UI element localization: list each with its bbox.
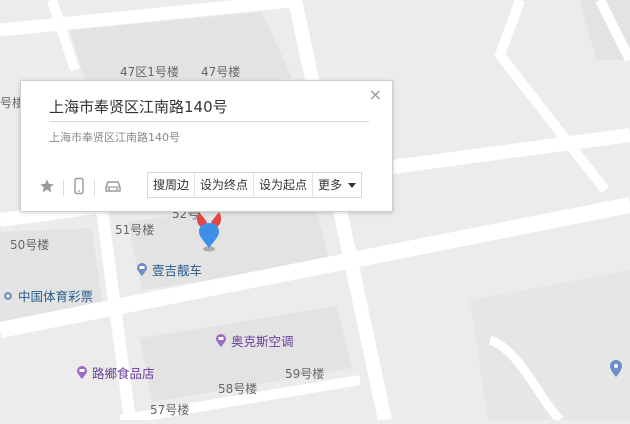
poi-pin-icon [137, 262, 147, 276]
poi-label: 路鄉食品店 [92, 366, 155, 381]
set-destination-button[interactable]: 设为终点 [195, 173, 255, 197]
poi-label: 奥克斯空调 [231, 334, 294, 349]
popup-icon-bar [39, 177, 123, 199]
search-nearby-button[interactable]: 搜周边 [148, 173, 196, 197]
popup-title: 上海市奉贤区江南路140号 [49, 98, 228, 116]
building-label: 59号楼 [285, 367, 325, 381]
poi-pin-icon [77, 365, 87, 379]
poi-label: 中国体育彩票 [18, 289, 94, 304]
building-label: 47号楼 [201, 65, 241, 79]
poi-luxiang[interactable]: 路鄉食品店 [76, 363, 155, 382]
phone-icon[interactable] [72, 177, 86, 199]
building-label: 57号楼 [150, 403, 190, 417]
more-dropdown-button[interactable]: 更多 [313, 173, 361, 197]
close-icon[interactable]: × [369, 87, 382, 103]
poi-lottery[interactable]: 中国体育彩票 [2, 286, 93, 305]
popup-action-group: 搜周边 设为终点 设为起点 更多 [147, 172, 363, 198]
divider [94, 180, 95, 196]
poi-aokesi[interactable]: 奥克斯空调 [215, 331, 294, 350]
poi-pin-icon[interactable] [609, 360, 623, 378]
car-icon[interactable] [103, 178, 123, 198]
building-label: 58号楼 [218, 382, 258, 396]
star-icon[interactable] [39, 178, 55, 198]
divider [63, 180, 64, 196]
popup-address: 上海市奉贤区江南路140号 [49, 131, 180, 144]
building-label: 51号楼 [115, 223, 155, 237]
info-popup: 上海市奉贤区江南路140号 × 上海市奉贤区江南路140号 搜周边 设为终点 设… [20, 80, 393, 212]
lottery-icon [4, 291, 12, 300]
divider [49, 121, 369, 122]
building-label: 50号楼 [10, 238, 50, 252]
poi-pin-icon [216, 333, 226, 347]
poi-yiji[interactable]: 壹吉靓车 [136, 260, 202, 279]
set-origin-button[interactable]: 设为起点 [254, 173, 314, 197]
building-label: 47区1号楼 [120, 65, 179, 79]
poi-label: 壹吉靓车 [152, 263, 203, 278]
